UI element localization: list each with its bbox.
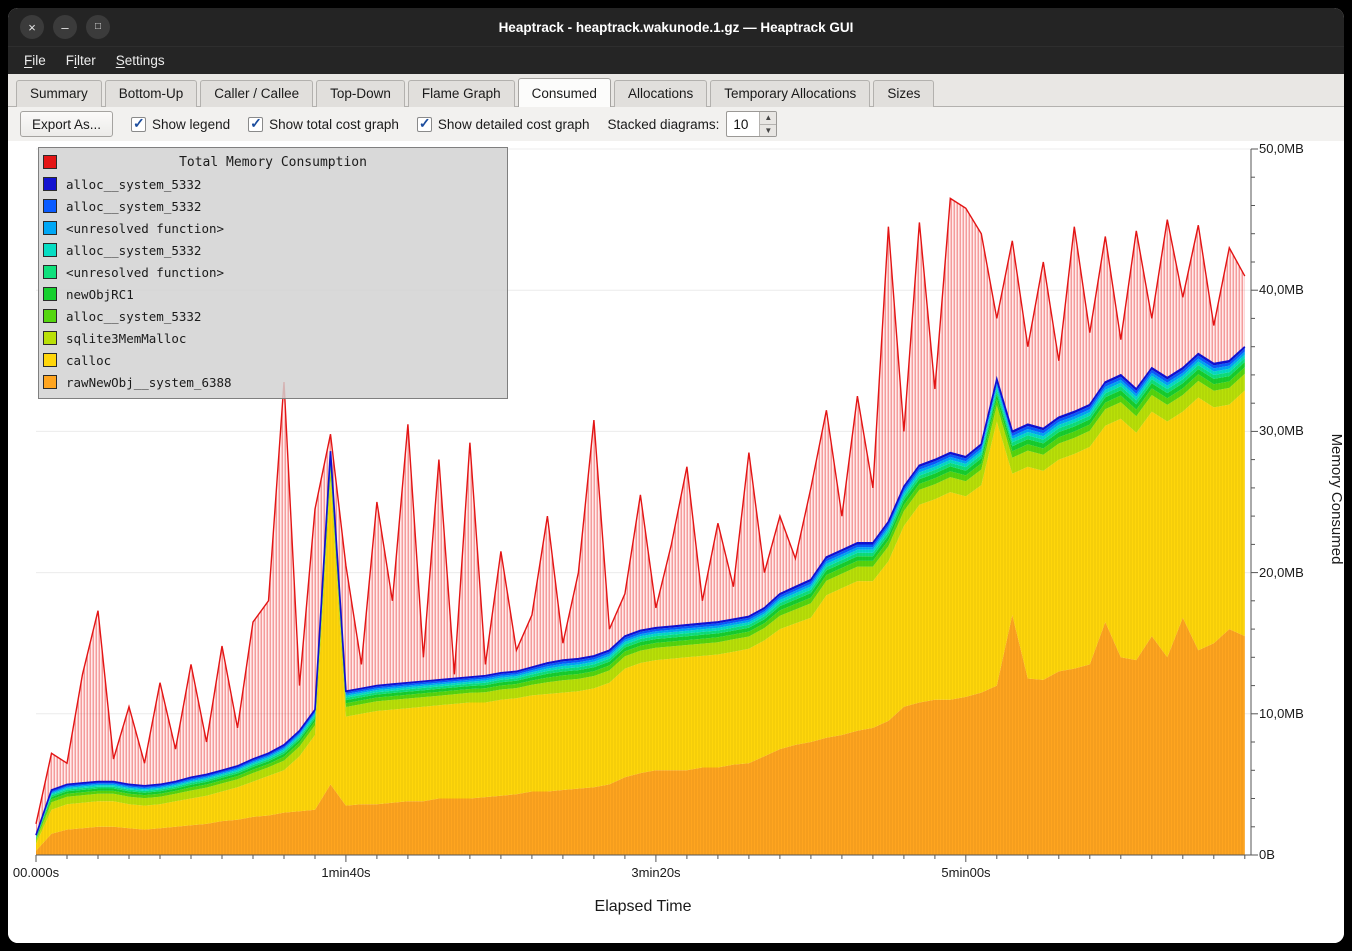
y-tick-label-3: 30,0MB [1259,423,1304,438]
legend-swatch [43,287,57,301]
y-tick-label-4: 40,0MB [1259,282,1304,297]
checkbox-show-legend[interactable]: ✓ Show legend [131,117,230,132]
legend-label: <unresolved function> [66,221,224,236]
check-icon: ✓ [419,115,431,132]
title-bar: × – □ Heaptrack - heaptrack.wakunode.1.g… [8,8,1344,46]
legend-title: Total Memory Consumption [179,155,367,170]
legend-items: alloc__system_5332 alloc__system_5332 <unr… [39,173,507,393]
legend-item: <unresolved function> [39,217,507,239]
legend-item: <unresolved function> [39,261,507,283]
checkbox-show-total-cost-graph[interactable]: ✓ Show total cost graph [248,117,399,132]
legend-label: calloc [66,353,111,368]
app-window: × – □ Heaptrack - heaptrack.wakunode.1.g… [8,8,1344,943]
tab-temporary-allocations[interactable]: Temporary Allocations [710,80,870,107]
legend-label: sqlite3MemMalloc [66,331,186,346]
tab-flame-graph[interactable]: Flame Graph [408,80,515,107]
spin-down-icon[interactable]: ▼ [760,124,776,137]
legend-item: alloc__system_5332 [39,305,507,327]
menu-settings[interactable]: Settings [106,49,175,72]
menu-filter[interactable]: Filter [56,49,106,72]
legend-swatch [43,177,57,191]
y-tick-label-5: 50,0MB [1259,141,1304,156]
checkbox-show-detailed-cost-graph[interactable]: ✓ Show detailed cost graph [417,117,590,132]
checkbox-label: Show legend [152,117,230,132]
legend-swatch [43,309,57,323]
window-title: Heaptrack - heaptrack.wakunode.1.gz — He… [8,20,1344,35]
tab-bar: SummaryBottom-UpCaller / CalleeTop-DownF… [8,74,1344,107]
legend-item: newObjRC1 [39,283,507,305]
checkbox-label: Show detailed cost graph [438,117,590,132]
legend-swatch [43,199,57,213]
checkbox-box: ✓ [131,117,146,132]
tab-allocations[interactable]: Allocations [614,80,707,107]
x-tick-label-2: 3min20s [631,865,681,880]
stacked-diagrams-group: Stacked diagrams: 10 ▲ ▼ [608,111,778,137]
checkbox-box: ✓ [248,117,263,132]
legend-label: alloc__system_5332 [66,309,201,324]
x-axis-title: Elapsed Time [595,898,692,915]
export-as-button[interactable]: Export As... [20,111,113,137]
legend-label: alloc__system_5332 [66,199,201,214]
legend-swatch [43,265,57,279]
minimize-icon[interactable]: – [53,15,77,39]
toolbar: Export As... ✓ Show legend ✓ Show total … [8,107,1344,141]
x-tick-label-0: 00.000s [13,865,60,880]
tab-sizes[interactable]: Sizes [873,80,934,107]
legend-item: alloc__system_5332 [39,239,507,261]
legend-item: sqlite3MemMalloc [39,327,507,349]
check-icon: ✓ [133,115,145,132]
tab-caller-callee[interactable]: Caller / Callee [200,80,313,107]
menu-file[interactable]: File [14,49,56,72]
legend-label: alloc__system_5332 [66,177,201,192]
legend-item: calloc [39,349,507,371]
chart-legend[interactable]: Total Memory Consumption alloc__system_5… [38,147,508,399]
stacked-diagrams-value: 10 [727,112,759,136]
check-icon: ✓ [250,115,262,132]
close-icon[interactable]: × [20,15,44,39]
legend-label: alloc__system_5332 [66,243,201,258]
legend-item: alloc__system_5332 [39,173,507,195]
legend-item: rawNewObj__system_6388 [39,371,507,393]
legend-swatch-total [43,155,57,169]
stacked-diagrams-label: Stacked diagrams: [608,117,720,132]
checkbox-label: Show total cost graph [269,117,399,132]
y-axis-title: Memory Consumed [1328,434,1344,565]
tab-consumed[interactable]: Consumed [518,78,611,107]
tab-summary[interactable]: Summary [16,80,102,107]
x-tick-label-3: 5min00s [941,865,991,880]
legend-title-row: Total Memory Consumption [39,151,507,173]
legend-item: alloc__system_5332 [39,195,507,217]
stacked-diagrams-spinner[interactable]: 10 ▲ ▼ [726,111,777,137]
x-tick-label-1: 1min40s [321,865,371,880]
legend-swatch [43,243,57,257]
legend-swatch [43,331,57,345]
legend-swatch [43,353,57,367]
y-tick-label-0: 0B [1259,847,1275,862]
spinner-buttons: ▲ ▼ [759,112,776,136]
tab-bottom-up[interactable]: Bottom-Up [105,80,198,107]
legend-swatch [43,375,57,389]
menu-bar: File Filter Settings [8,46,1344,74]
maximize-icon[interactable]: □ [86,15,110,39]
legend-swatch [43,221,57,235]
spin-up-icon[interactable]: ▲ [760,112,776,124]
y-tick-label-2: 20,0MB [1259,565,1304,580]
chart-area: 00.000s 1min40s 3min20s 5min00s 0B 10,0M… [8,141,1344,943]
legend-label: newObjRC1 [66,287,134,302]
y-tick-label-1: 10,0MB [1259,706,1304,721]
legend-label: <unresolved function> [66,265,224,280]
tab-top-down[interactable]: Top-Down [316,80,405,107]
window-controls: × – □ [20,8,110,46]
checkbox-box: ✓ [417,117,432,132]
legend-label: rawNewObj__system_6388 [66,375,232,390]
